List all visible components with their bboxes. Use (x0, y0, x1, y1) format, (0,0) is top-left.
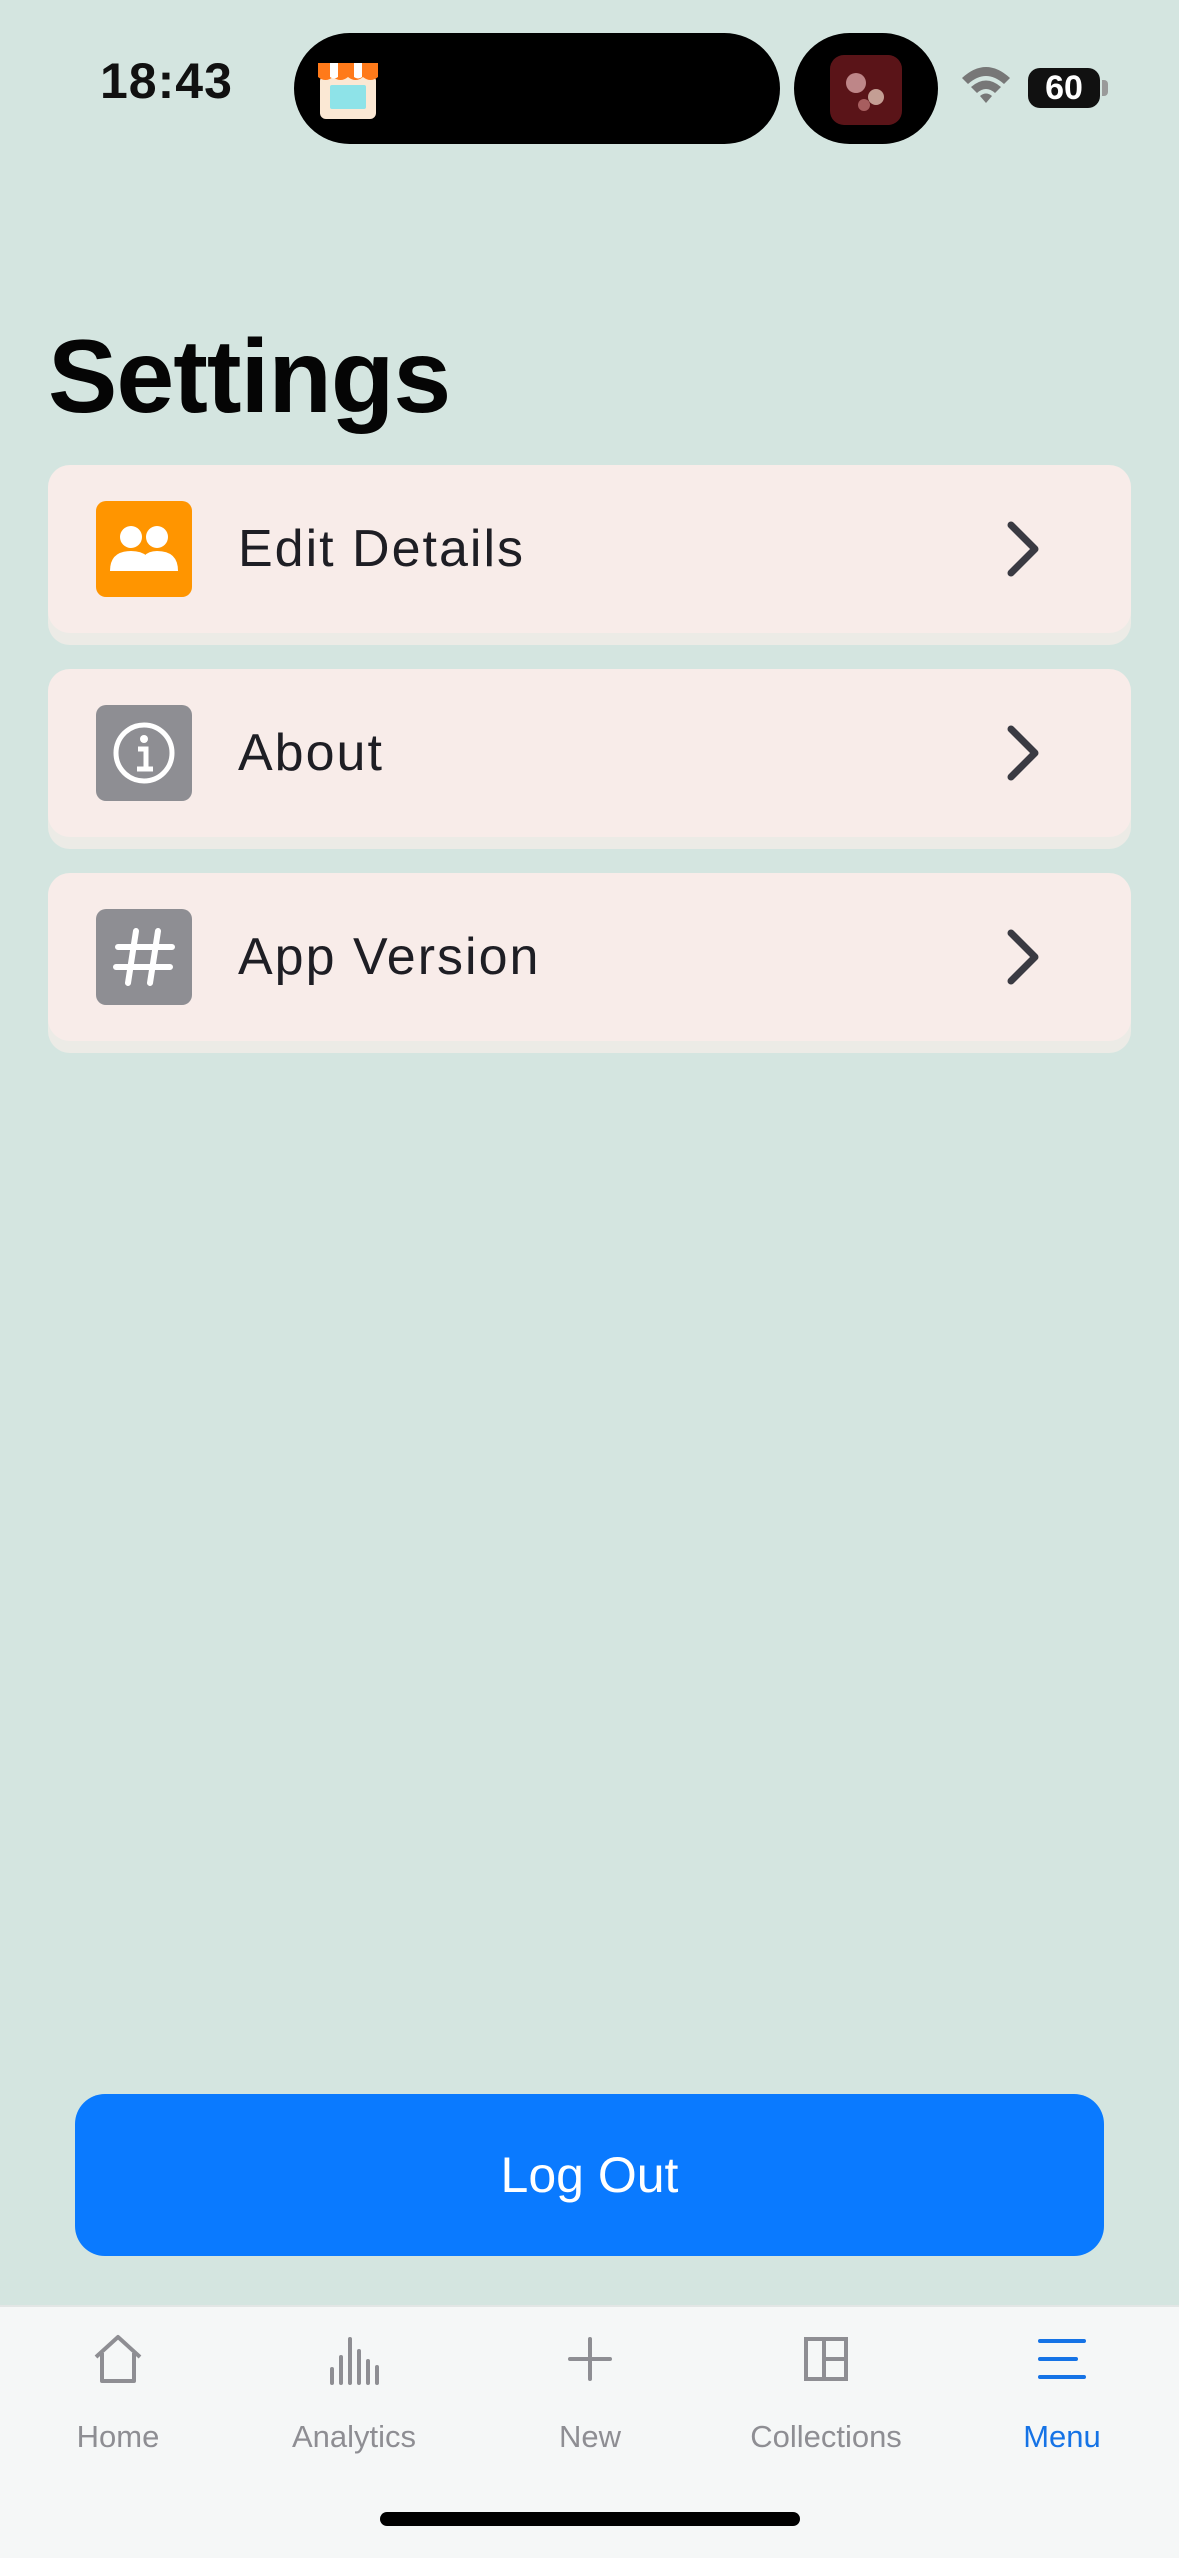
settings-row-about[interactable]: About (48, 669, 1131, 837)
tab-label: Analytics (291, 2419, 417, 2454)
chevron-right-icon (1007, 521, 1039, 577)
tab-new[interactable]: New (472, 2307, 708, 2487)
tab-collections[interactable]: Collections (708, 2307, 944, 2487)
collections-icon (804, 2337, 848, 2381)
people-icon (96, 501, 192, 597)
settings-list: Edit Details About App Version (48, 465, 1131, 1077)
info-icon (96, 705, 192, 801)
tab-menu[interactable]: Menu (944, 2307, 1179, 2487)
album-art-thumbnail (830, 55, 902, 125)
tab-label: Home (76, 2419, 160, 2454)
home-icon (94, 2335, 142, 2383)
battery-cap (1102, 80, 1108, 96)
home-indicator[interactable] (380, 2512, 800, 2526)
tab-label: New (558, 2419, 621, 2454)
tab-label: Menu (1023, 2419, 1101, 2454)
settings-row-label: About (238, 724, 384, 782)
plus-icon (568, 2337, 612, 2381)
settings-row-app-version[interactable]: App Version (48, 873, 1131, 1041)
tab-analytics[interactable]: Analytics (236, 2307, 472, 2487)
status-time: 18:43 (100, 53, 233, 109)
chevron-right-icon (1007, 725, 1039, 781)
tab-home[interactable]: Home (0, 2307, 236, 2487)
settings-row-label: App Version (238, 928, 541, 986)
menu-icon (1038, 2339, 1086, 2379)
settings-row-label: Edit Details (238, 520, 525, 578)
tab-label: Collections (750, 2419, 902, 2454)
log-out-button[interactable]: Log Out (75, 2094, 1104, 2256)
chevron-right-icon (1007, 929, 1039, 985)
page-title: Settings (48, 319, 451, 435)
settings-row-edit-details[interactable]: Edit Details (48, 465, 1131, 633)
wifi-icon (962, 67, 1010, 103)
chart-icon (330, 2337, 379, 2385)
battery-indicator: 60 (1028, 68, 1100, 108)
hash-icon (96, 909, 192, 1005)
shop-app-icon (318, 63, 378, 119)
status-bar: 18:43 60 (0, 0, 1179, 180)
